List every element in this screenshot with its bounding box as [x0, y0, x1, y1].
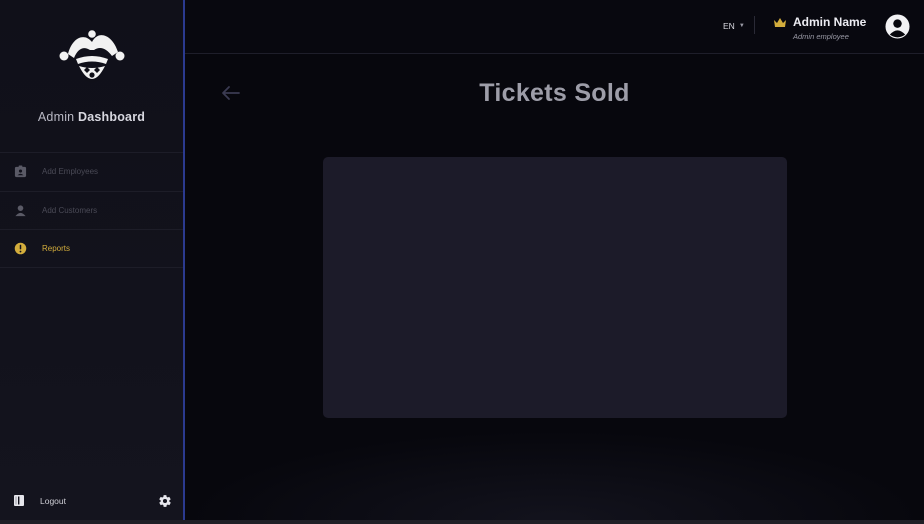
- gear-icon[interactable]: [158, 494, 172, 508]
- id-badge-icon: [13, 165, 27, 179]
- app-root: Admin Dashboard Add Employees Add Custom…: [0, 0, 924, 524]
- logout-door-icon: [14, 495, 24, 506]
- user-role: Admin employee: [793, 32, 849, 41]
- alert-circle-icon: [13, 241, 27, 255]
- avatar[interactable]: [885, 14, 910, 39]
- window-bottom-edge: [0, 520, 924, 524]
- language-value: EN: [723, 21, 735, 31]
- sidebar: Admin Dashboard Add Employees Add Custom…: [0, 0, 185, 520]
- chevron-down-icon: ▼: [738, 23, 745, 29]
- sidebar-item-add-employees[interactable]: Add Employees: [0, 152, 183, 191]
- main-content: Tickets Sold: [185, 55, 924, 520]
- sidebar-item-label: Reports: [42, 243, 71, 253]
- jester-logo-icon: [59, 30, 125, 83]
- report-panel: [323, 157, 787, 418]
- crown-icon: [774, 18, 786, 27]
- brand-title-bold: Dashboard: [78, 110, 146, 124]
- sidebar-item-add-customers[interactable]: Add Customers: [0, 190, 183, 230]
- brand-title: Admin Dashboard: [0, 110, 183, 124]
- sidebar-nav: Add Employees Add Customers Reports: [0, 152, 183, 268]
- person-icon: [13, 203, 27, 217]
- page-title: Tickets Sold: [479, 79, 630, 107]
- sidebar-item-reports[interactable]: Reports: [0, 229, 183, 268]
- logout-label: Logout: [40, 495, 66, 506]
- top-bar: EN ▼ Admin Name Admin employee: [185, 0, 924, 54]
- sidebar-item-label: Add Employees: [42, 167, 99, 177]
- language-selector[interactable]: EN ▼: [723, 21, 745, 31]
- sidebar-item-label: Add Customers: [42, 205, 98, 215]
- user-name: Admin Name: [793, 15, 867, 29]
- logout-button[interactable]: Logout: [13, 494, 66, 507]
- brand-title-light: Admin: [37, 110, 75, 124]
- header-divider: [754, 16, 755, 34]
